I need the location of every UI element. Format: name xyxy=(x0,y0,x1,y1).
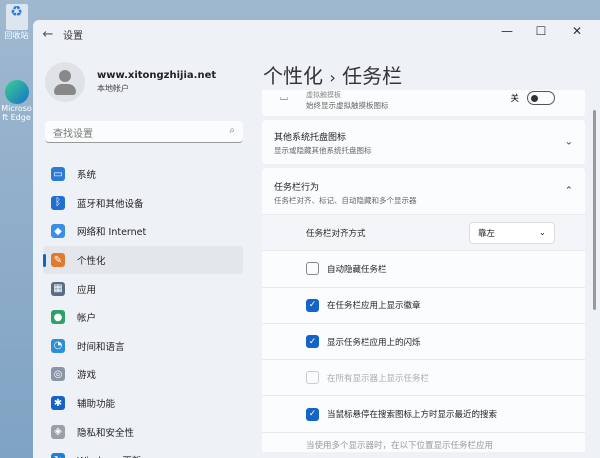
nav-icon: ◈ xyxy=(51,424,65,439)
tray-subtitle: 显示或隐藏其他系统托盘图标 xyxy=(274,146,372,155)
taskbar-behavior-card: 任务栏行为 任务栏对齐、标记、自动隐藏和多个显示器 ⌃ 任务栏对齐方式 靠左 ⌄ … xyxy=(262,168,585,452)
nav-icon: ▭ xyxy=(51,167,65,182)
search-input[interactable]: 查找设置 ⌕ xyxy=(45,121,243,143)
sidebar-item-label: Windows 更新 xyxy=(77,453,141,458)
settings-content: ⌴ 虚拟触摸板 始终显示虚拟触摸板图标 关 其他系统托盘图标 显示或隐藏其他系统… xyxy=(262,90,585,452)
nav-icon: ◔ xyxy=(51,338,65,353)
sidebar-item[interactable]: ✱ 辅助功能 xyxy=(43,389,243,418)
profile-name: www.xitongzhijia.net xyxy=(97,70,217,81)
sidebar-item-label: 应用 xyxy=(77,284,97,296)
breadcrumb-separator: › xyxy=(329,68,336,87)
multi-monitor-label: 当使用多个显示器时，在以下位置显示任务栏应用 xyxy=(306,440,494,451)
recycle-bin-icon: ♻ xyxy=(5,4,28,30)
tray-title: 其他系统托盘图标 xyxy=(274,133,347,143)
sidebar-item[interactable]: ● 帐户 xyxy=(43,303,243,332)
back-button[interactable]: ← xyxy=(33,27,63,42)
alignment-label: 任务栏对齐方式 xyxy=(306,228,366,239)
desktop-icon-edge[interactable]: Microsoft Edge xyxy=(0,80,33,122)
option-row: 自动隐藏任务栏 xyxy=(262,250,585,287)
taskbar-behavior-header[interactable]: 任务栏行为 任务栏对齐、标记、自动隐藏和多个显示器 ⌃ xyxy=(262,168,585,214)
desktop-icon-label: 回收站 xyxy=(4,31,29,40)
nav-icon: ᛒ xyxy=(51,195,65,210)
chevron-down-icon: ⌄ xyxy=(538,227,546,238)
checkbox[interactable]: ✓ xyxy=(306,335,319,349)
minimize-button[interactable]: — xyxy=(492,24,522,38)
sidebar-item[interactable]: ▭ 系统 xyxy=(43,160,243,189)
nav-icon: ↻ xyxy=(51,453,65,458)
option-row: ✓ 在任务栏应用上显示徽章 xyxy=(262,286,585,323)
avatar xyxy=(45,62,85,102)
sidebar-item[interactable]: ◈ 隐私和安全性 xyxy=(43,417,243,446)
alignment-value: 靠左 xyxy=(478,228,496,239)
checkbox[interactable] xyxy=(306,262,319,276)
option-label: 当鼠标悬停在搜索图标上方时显示最近的搜索 xyxy=(327,410,498,421)
search-icon: ⌕ xyxy=(229,125,235,136)
touchpad-setting: ⌴ 虚拟触摸板 始终显示虚拟触摸板图标 关 xyxy=(262,90,585,116)
sidebar-item-label: 蓝牙和其他设备 xyxy=(77,198,144,210)
multi-monitor-row: 当使用多个显示器时，在以下位置显示任务栏应用 xyxy=(262,431,585,452)
nav-icon: ● xyxy=(51,310,65,325)
profile-type: 本地帐户 xyxy=(97,84,129,93)
sidebar-item[interactable]: ᛒ 蓝牙和其他设备 xyxy=(43,189,243,218)
option-label: 在任务栏应用上显示徽章 xyxy=(327,301,421,312)
sidebar-item-label: 时间和语言 xyxy=(77,341,125,353)
sidebar-nav: ▭ 系统 ᛒ 蓝牙和其他设备 ◆ 网络和 Internet ✎ 个性化 ▦ 应用 ● 帐户 ◔ 时间和语言… xyxy=(43,160,243,458)
sidebar-item-label: 辅助功能 xyxy=(77,399,116,411)
alignment-dropdown[interactable]: 靠左 ⌄ xyxy=(469,221,555,244)
checkbox[interactable]: ✓ xyxy=(306,298,319,312)
tray-icons-card[interactable]: 其他系统托盘图标 显示或隐藏其他系统托盘图标 ⌄ xyxy=(262,120,585,164)
sidebar-item-label: 个性化 xyxy=(77,256,106,268)
nav-icon: ◎ xyxy=(51,367,65,382)
user-profile[interactable]: www.xitongzhijia.net 本地帐户 xyxy=(45,62,216,102)
page-title: 个性化 › 任务栏 xyxy=(263,60,402,89)
sidebar-item[interactable]: ↻ Windows 更新 xyxy=(43,446,243,458)
option-label: 自动隐藏任务栏 xyxy=(327,264,387,275)
maximize-button[interactable]: ☐ xyxy=(526,24,556,38)
title-bar: ← 设置 — ☐ ✕ xyxy=(33,20,600,48)
desktop-icon-label: Microsoft Edge xyxy=(1,104,32,122)
scrollbar[interactable] xyxy=(593,110,596,310)
sidebar-item-label: 网络和 Internet xyxy=(77,227,147,239)
settings-window: ← 设置 — ☐ ✕ www.xitongzhijia.net 本地帐户 查找设置… xyxy=(33,20,600,458)
sidebar-item[interactable]: ◔ 时间和语言 xyxy=(43,332,243,361)
touchpad-toggle[interactable] xyxy=(527,91,555,105)
chevron-down-icon: ⌄ xyxy=(564,136,573,148)
sidebar-item[interactable]: ◎ 游戏 xyxy=(43,360,243,389)
breadcrumb-parent[interactable]: 个性化 xyxy=(263,64,323,88)
nav-icon: ◆ xyxy=(51,224,65,239)
breadcrumb-current: 任务栏 xyxy=(342,64,403,88)
option-row: ✓ 当鼠标悬停在搜索图标上方时显示最近的搜索 xyxy=(262,395,585,432)
checkbox[interactable]: ✓ xyxy=(306,407,319,421)
option-row: ✓ 显示任务栏应用上的闪烁 xyxy=(262,322,585,360)
window-title: 设置 xyxy=(63,30,83,42)
sidebar-item-label: 游戏 xyxy=(77,370,97,382)
sidebar-item-label: 帐户 xyxy=(77,313,97,325)
sidebar-item-label: 隐私和安全性 xyxy=(77,427,135,439)
sidebar-item-label: 系统 xyxy=(77,170,97,182)
behavior-title: 任务栏行为 xyxy=(274,183,320,193)
desktop-icon-recycle-bin[interactable]: ♻ 回收站 xyxy=(0,4,33,41)
nav-icon: ▦ xyxy=(51,281,65,296)
edge-icon xyxy=(4,80,29,104)
option-row: 在所有显示器上显示任务栏 xyxy=(262,359,585,396)
sidebar-item[interactable]: ▦ 应用 xyxy=(43,274,243,303)
alignment-row: 任务栏对齐方式 靠左 ⌄ xyxy=(262,214,585,251)
nav-icon: ✎ xyxy=(51,253,65,268)
checkbox xyxy=(306,371,319,385)
close-button[interactable]: ✕ xyxy=(562,24,592,38)
option-label: 在所有显示器上显示任务栏 xyxy=(327,373,430,384)
nav-icon: ✱ xyxy=(51,396,65,411)
toggle-state-label: 关 xyxy=(510,94,519,104)
behavior-subtitle: 任务栏对齐、标记、自动隐藏和多个显示器 xyxy=(274,196,417,205)
sidebar-item[interactable]: ✎ 个性化 xyxy=(43,245,243,275)
search-placeholder: 查找设置 xyxy=(53,129,93,140)
sidebar-item[interactable]: ◆ 网络和 Internet xyxy=(43,217,243,246)
option-label: 显示任务栏应用上的闪烁 xyxy=(327,337,421,348)
chevron-up-icon: ⌃ xyxy=(564,185,573,197)
touchpad-icon: ⌴ xyxy=(280,92,288,103)
